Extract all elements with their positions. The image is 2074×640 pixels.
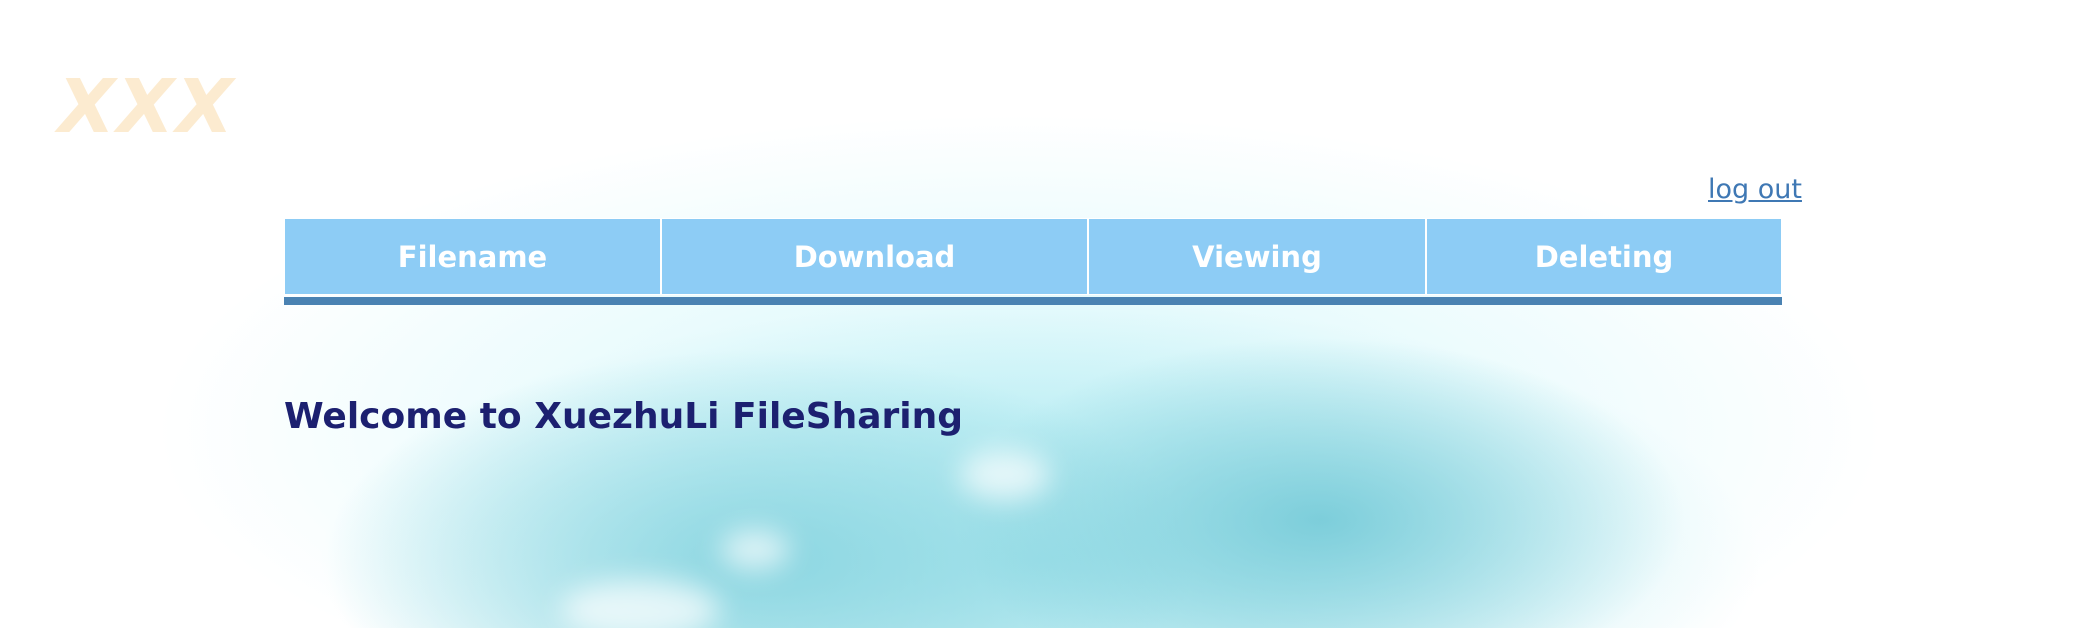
nav-item-deleting[interactable]: Deleting xyxy=(1426,218,1782,295)
cloud-shape xyxy=(720,530,790,570)
main-nav: Filename Download Viewing Deleting xyxy=(284,218,1782,305)
nav-item-download[interactable]: Download xyxy=(661,218,1088,295)
welcome-heading: Welcome to XuezhuLi FileSharing xyxy=(284,396,964,437)
cloud-shape xyxy=(960,450,1050,500)
nav-item-viewing[interactable]: Viewing xyxy=(1088,218,1426,295)
site-logo: XXX xyxy=(58,64,236,150)
cloud-shape xyxy=(560,580,720,640)
sky-background xyxy=(0,0,2074,640)
nav-item-filename[interactable]: Filename xyxy=(284,218,661,295)
logout-link[interactable]: log out xyxy=(1708,174,1802,205)
